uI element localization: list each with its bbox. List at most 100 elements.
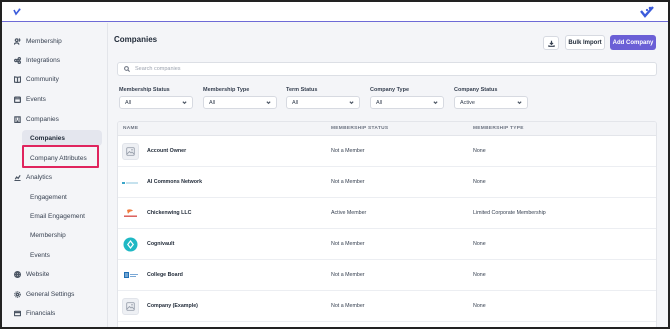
sidebar-item-website[interactable]: Website [14, 266, 49, 282]
sidebar-item-label: Membership [26, 37, 62, 45]
sidebar-subitem-events[interactable]: Events [22, 247, 50, 263]
membership-status: Not a Member [331, 148, 365, 154]
table-row[interactable]: Account Owner Not a Member None [118, 136, 656, 167]
sidebar-item-label: Website [26, 270, 50, 278]
sidebar-item-label: Integrations [26, 56, 60, 64]
chevron-down-icon [433, 101, 438, 105]
company-name[interactable]: AI Commons Network [147, 179, 202, 185]
sidebar-item-label: Events [26, 95, 46, 103]
company-name[interactable]: Company (Example) [147, 303, 198, 309]
college-board-logo [122, 267, 139, 284]
app-window: Membership Integrations Community Events… [0, 0, 670, 329]
book-icon [14, 75, 21, 83]
column-header-name[interactable]: NAME [123, 126, 138, 131]
sidebar-subitem-email-engagement[interactable]: Email Engagement [22, 208, 85, 224]
term-status-select[interactable]: All [286, 96, 360, 109]
filter-membership-type: Membership Type All [203, 87, 277, 109]
top-bar [2, 2, 668, 22]
brand-logo-icon[interactable] [640, 5, 654, 19]
filter-membership-status: Membership Status All [119, 87, 193, 109]
column-header-membership-status[interactable]: MEMBERSHIP STATUS [331, 126, 388, 131]
page-title: Companies [114, 35, 158, 44]
sidebar-item-events[interactable]: Events [14, 91, 46, 107]
sidebar-subitem-label: Email Engagement [30, 212, 85, 220]
app-logo-icon[interactable] [12, 7, 22, 17]
select-value: All [209, 99, 216, 106]
company-status-select[interactable]: Active [454, 96, 528, 109]
sidebar-item-general-settings[interactable]: General Settings [14, 286, 74, 302]
membership-type: Limited Corporate Membership [473, 210, 546, 216]
filter-label: Term Status [286, 87, 318, 93]
table-row[interactable]: Chickenwing LLC Active Member Limited Co… [118, 198, 656, 229]
company-name[interactable]: Account Owner [147, 148, 186, 154]
building-icon [14, 115, 21, 123]
membership-status-select[interactable]: All [119, 96, 193, 109]
membership-status: Not a Member [331, 241, 365, 247]
membership-type: None [473, 272, 486, 278]
download-button[interactable] [543, 36, 559, 50]
company-name[interactable]: College Board [147, 272, 183, 278]
filter-label: Membership Type [203, 87, 250, 93]
sidebar-subitem-membership[interactable]: Membership [22, 227, 66, 243]
membership-status: Not a Member [331, 272, 365, 278]
sidebar: Membership Integrations Community Events… [2, 23, 108, 327]
table-row[interactable]: College Board Not a Member None [118, 260, 656, 291]
filter-label: Membership Status [119, 87, 170, 93]
search-bar[interactable] [117, 62, 657, 76]
sidebar-item-analytics[interactable]: Analytics [14, 169, 52, 185]
add-company-button[interactable]: Add Company [610, 35, 656, 50]
download-icon [547, 40, 555, 47]
sidebar-item-label: Analytics [26, 173, 53, 181]
table-row[interactable]: Cognivault Not a Member None [118, 229, 656, 260]
filter-company-type: Company Type All [370, 87, 444, 109]
company-name[interactable]: Chickenwing LLC [147, 210, 191, 216]
sidebar-item-companies[interactable]: Companies [14, 111, 59, 127]
sidebar-item-integrations[interactable]: Integrations [14, 52, 60, 68]
chevron-down-icon [182, 101, 187, 105]
sidebar-subitem-label: Membership [30, 231, 66, 239]
highlight-annotation [22, 145, 99, 168]
sidebar-item-label: Companies [26, 115, 59, 123]
users-icon [14, 37, 21, 45]
membership-type: None [473, 303, 486, 309]
sidebar-item-financials[interactable]: Financials [14, 305, 55, 321]
integrations-icon [14, 56, 21, 64]
calendar-icon [14, 95, 21, 103]
select-value: All [376, 99, 383, 106]
membership-type: None [473, 148, 486, 154]
placeholder-image-icon [122, 143, 139, 160]
table-row[interactable]: Company (Example) Not a Member None [118, 291, 656, 322]
sidebar-subitem-label: Engagement [30, 193, 67, 201]
select-value: All [125, 99, 132, 106]
membership-status: Active Member [331, 210, 367, 216]
table-row[interactable]: AI Commons Network Not a Member None [118, 167, 656, 198]
placeholder-image-icon [122, 298, 139, 315]
sidebar-item-label: General Settings [26, 290, 75, 298]
sidebar-item-community[interactable]: Community [14, 71, 59, 87]
filter-term-status: Term Status All [286, 87, 360, 109]
search-input[interactable] [135, 66, 635, 72]
sidebar-subitem-companies[interactable]: Companies [22, 130, 102, 146]
membership-type: None [473, 179, 486, 185]
main-content: Companies Bulk Import Add Company Member… [109, 23, 668, 327]
column-header-membership-type[interactable]: MEMBERSHIP TYPE [473, 126, 524, 131]
company-name[interactable]: Cognivault [147, 241, 174, 247]
sidebar-item-label: Financials [26, 309, 56, 317]
ai-commons-logo [122, 174, 139, 191]
gear-icon [14, 290, 21, 298]
sidebar-item-membership[interactable]: Membership [14, 33, 62, 49]
company-type-select[interactable]: All [370, 96, 444, 109]
chickenwing-logo [122, 205, 139, 222]
select-value: All [292, 99, 299, 106]
membership-type: None [473, 241, 486, 247]
chevron-down-icon [517, 101, 522, 105]
membership-status: Not a Member [331, 179, 365, 185]
select-value: Active [460, 99, 475, 106]
search-icon [124, 66, 130, 72]
sidebar-item-label: Community [26, 75, 59, 83]
sidebar-subitem-engagement[interactable]: Engagement [22, 189, 67, 205]
bulk-import-button[interactable]: Bulk Import [565, 35, 605, 50]
filter-label: Company Type [370, 87, 410, 93]
sidebar-subitem-label: Events [30, 251, 50, 259]
membership-type-select[interactable]: All [203, 96, 277, 109]
